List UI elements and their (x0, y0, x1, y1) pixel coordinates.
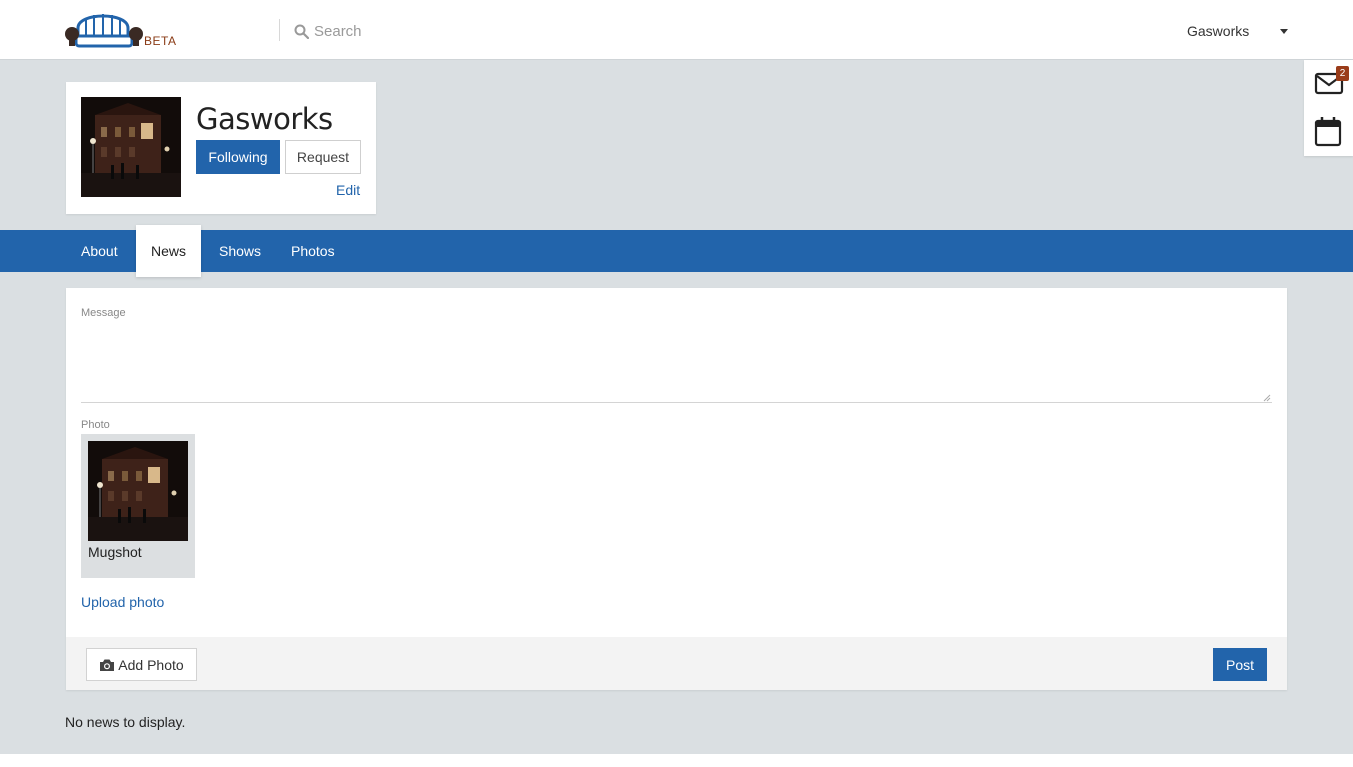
messages-badge: 2 (1336, 66, 1349, 81)
composer-footer: Add Photo Post (66, 637, 1287, 690)
venue-photo-image (81, 97, 181, 197)
profile-avatar[interactable] (81, 97, 181, 197)
user-menu[interactable]: Gasworks (1187, 22, 1249, 40)
message-label: Message (81, 307, 126, 319)
top-header: BETA Gasworks (0, 0, 1353, 60)
tab-news[interactable]: News (136, 225, 202, 277)
edit-profile-link[interactable]: Edit (336, 182, 360, 198)
add-photo-button[interactable]: Add Photo (86, 648, 197, 681)
beta-label: BETA (144, 34, 177, 48)
sofa-logo-icon (65, 14, 143, 48)
tab-about[interactable]: About (66, 230, 133, 272)
following-button[interactable]: Following (196, 140, 280, 174)
add-photo-label: Add Photo (118, 656, 184, 673)
page-footer-strip (0, 754, 1353, 767)
upload-photo-link[interactable]: Upload photo (81, 594, 164, 610)
profile-tabs: About News Shows Photos (0, 225, 1353, 277)
site-logo[interactable]: BETA (64, 10, 184, 52)
profile-name: Gasworks (196, 102, 333, 136)
camera-icon (100, 659, 115, 671)
news-composer: Message Photo Mugshot Upload photo Add P… (66, 288, 1287, 690)
profile-card: Gasworks Following Request Edit (66, 82, 376, 214)
tab-photos[interactable]: Photos (276, 230, 350, 272)
caret-down-icon[interactable] (1280, 29, 1288, 34)
news-empty-message: No news to display. (65, 714, 186, 730)
search-icon (294, 24, 309, 39)
search-divider (279, 19, 280, 41)
message-textarea[interactable] (81, 326, 1272, 403)
photo-label: Photo (81, 419, 110, 431)
user-name: Gasworks (1187, 23, 1250, 39)
calendar-icon (1314, 117, 1342, 147)
photo-caption: Mugshot (88, 544, 142, 560)
photo-tile[interactable]: Mugshot (81, 434, 195, 578)
search-input[interactable] (314, 22, 564, 40)
venue-photo-image (88, 441, 188, 541)
request-button[interactable]: Request (285, 140, 361, 174)
tab-shows[interactable]: Shows (204, 230, 276, 272)
photo-thumbnail (88, 441, 188, 541)
search-bar[interactable] (294, 20, 594, 42)
post-button[interactable]: Post (1213, 648, 1267, 681)
resize-grip-icon[interactable] (1263, 394, 1271, 402)
calendar-button[interactable] (1314, 116, 1344, 147)
